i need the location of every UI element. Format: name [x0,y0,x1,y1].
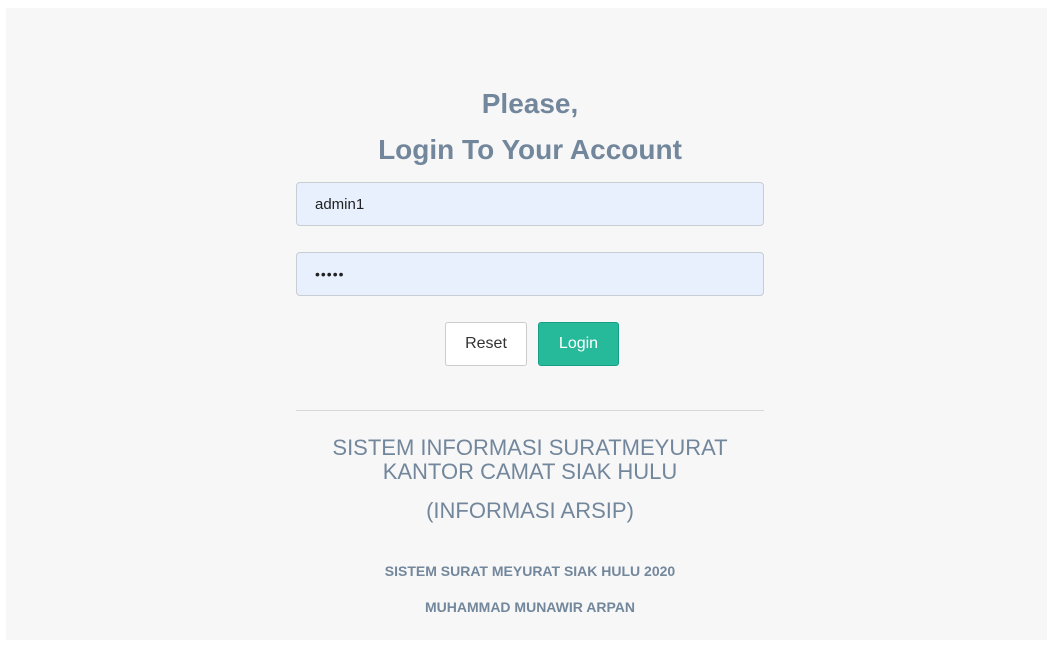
login-form: Please, Login To Your Account Reset Logi… [296,8,764,616]
system-subtitle: (INFORMASI ARSIP) [426,498,634,523]
login-button[interactable]: Login [538,322,619,366]
password-input[interactable] [296,252,764,296]
username-input[interactable] [296,182,764,226]
title-login-prompt: Login To Your Account [378,134,682,165]
system-name-line1: SISTEM INFORMASI SURATMEYURAT [332,435,728,460]
footer-author: MUHAMMAD MUNAWIR ARPAN [425,599,635,615]
system-name-line2: KANTOR CAMAT SIAK HULU [382,459,678,484]
title-greeting: Please, [481,88,579,119]
button-group: Reset Login [296,322,764,366]
footer-copyright: SISTEM SURAT MEYURAT SIAK HULU 2020 [384,563,676,579]
reset-button[interactable]: Reset [445,322,527,366]
system-name: SISTEM INFORMASI SURATMEYURAT KANTOR CAM… [296,436,764,484]
page-background: Please, Login To Your Account Reset Logi… [6,8,1047,640]
divider [296,410,764,411]
